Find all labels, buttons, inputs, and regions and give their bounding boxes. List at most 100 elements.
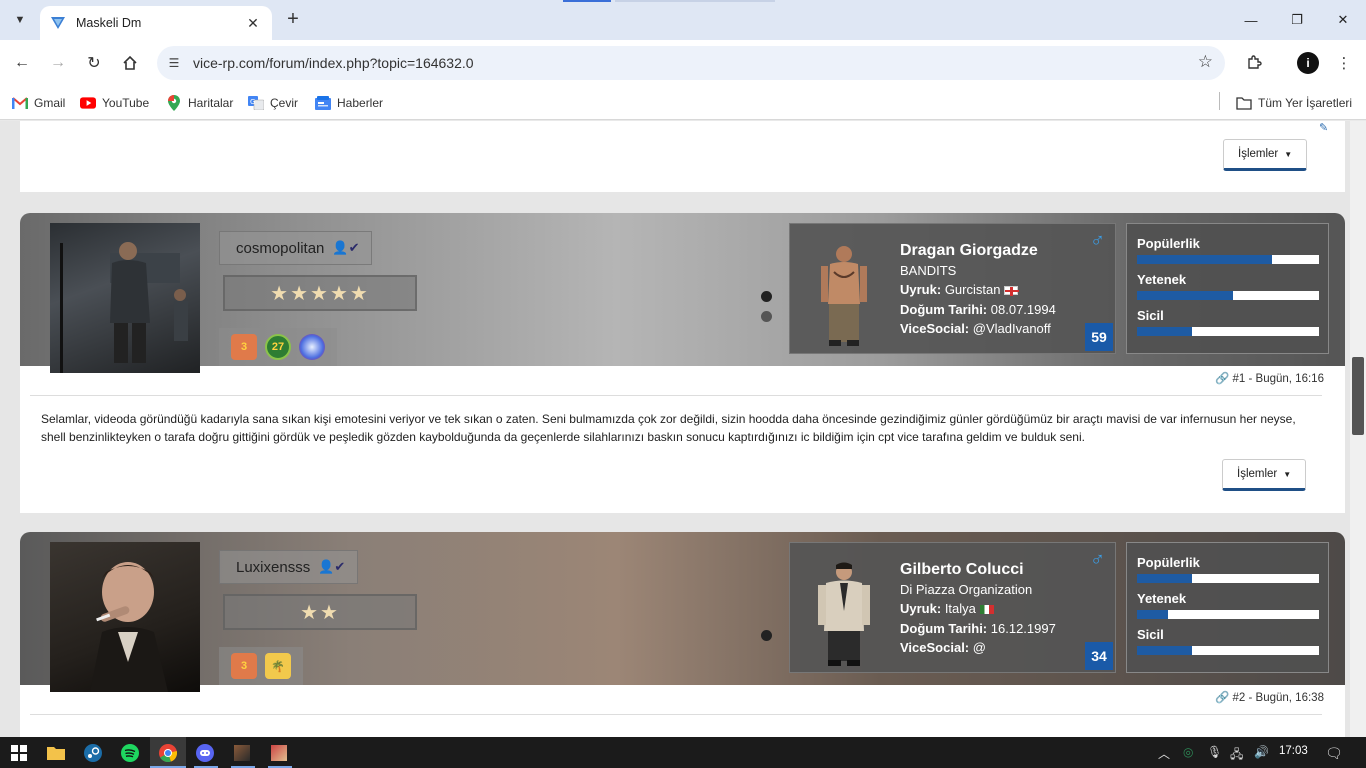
network-icon[interactable]: 🖧 <box>1230 745 1243 766</box>
beach-badge-icon[interactable]: 🌴 <box>265 653 291 679</box>
rank-badge-icon[interactable]: 3 <box>231 334 257 360</box>
link-icon: 🔗 <box>1215 692 1230 704</box>
character-stats: Popülerlik Yetenek Sicil <box>1126 223 1329 354</box>
new-tab-button[interactable]: + <box>282 8 304 30</box>
avatar[interactable] <box>50 223 200 373</box>
avatar[interactable] <box>50 542 200 692</box>
actions-dropdown-button[interactable]: İşlemler ▼ <box>1222 459 1307 491</box>
post-meta[interactable]: 🔗 #1 - Bugün, 16:16 <box>1215 371 1324 385</box>
edit-note-icon[interactable]: ✎ <box>1319 121 1335 134</box>
restore-button[interactable]: ❐ <box>1274 0 1320 40</box>
stat-popularity: Popülerlik <box>1137 236 1319 272</box>
home-button[interactable] <box>118 51 142 75</box>
all-bookmarks-folder[interactable]: Tüm Yer İşaretleri <box>1236 93 1352 113</box>
spotify-button[interactable] <box>119 742 141 764</box>
post-meta[interactable]: 🔗 #2 - Bugün, 16:38 <box>1215 690 1324 704</box>
bookmark-label: Gmail <box>34 96 66 110</box>
scrollbar-thumb[interactable] <box>1352 357 1364 435</box>
birth-value: 16.12.1997 <box>990 621 1056 636</box>
stat-bar <box>1137 255 1319 264</box>
browser-menu-button[interactable]: ⋮ <box>1332 51 1356 75</box>
male-gender-icon: ♂ <box>1090 549 1105 571</box>
actions-label: İşlemler <box>1237 468 1278 480</box>
character-level: 34 <box>1085 642 1113 670</box>
username-plate[interactable]: Luxixensss 👤✔ <box>219 550 359 584</box>
game-app-2-button[interactable] <box>268 742 290 764</box>
bookmark-maps[interactable]: Haritalar <box>166 93 233 113</box>
bookmark-news[interactable]: Haberler <box>315 93 383 113</box>
post-number-time: #1 - Bugün, 16:16 <box>1232 373 1324 385</box>
bookmark-star-icon[interactable]: ☆ <box>1198 52 1213 72</box>
character-social: ViceSocial: @ <box>900 640 986 655</box>
minimize-button[interactable]: — <box>1228 0 1274 40</box>
character-slider-dot-active[interactable] <box>761 291 772 302</box>
forum-post: cosmopolitan 👤✔ ★★★★★ 3 27 Dragan Giorga… <box>20 213 1345 513</box>
rank-badge-icon[interactable]: 3 <box>231 653 257 679</box>
chevron-down-icon: ▼ <box>14 14 26 26</box>
address-bar[interactable]: ☰ vice-rp.com/forum/index.php?topic=1646… <box>157 46 1225 80</box>
bookmark-translate[interactable]: G Çevir <box>248 93 298 113</box>
close-tab-icon[interactable]: ✕ <box>244 15 262 32</box>
character-organization: Di Piazza Organization <box>900 582 1033 597</box>
site-info-icon[interactable]: ☰ <box>165 54 183 72</box>
tab-group-indicator <box>563 0 611 2</box>
post-divider <box>30 395 1322 396</box>
character-stats: Popülerlik Yetenek Sicil <box>1126 542 1329 673</box>
steam-button[interactable] <box>82 742 104 764</box>
maps-icon <box>166 95 182 111</box>
profile-avatar[interactable]: i <box>1297 52 1319 74</box>
character-slider-dot[interactable] <box>761 311 772 322</box>
event-badge-icon[interactable] <box>299 334 325 360</box>
discord-button[interactable] <box>194 742 216 764</box>
character-level: 59 <box>1085 323 1113 351</box>
chrome-button[interactable] <box>157 742 179 764</box>
extensions-button[interactable] <box>1242 51 1266 75</box>
stat-bar <box>1137 291 1319 300</box>
file-explorer-button[interactable] <box>45 742 67 764</box>
active-tab[interactable]: Maskeli Dm ✕ <box>40 6 272 40</box>
character-card[interactable]: Dragan Giorgadze BANDITS Uyruk: Gurcista… <box>789 223 1116 354</box>
rank-badge-level: 3 <box>240 341 248 353</box>
stat-bar <box>1137 327 1319 336</box>
back-button[interactable]: ← <box>10 51 34 75</box>
anniversary-badge-icon[interactable]: 27 <box>265 334 291 360</box>
post-number-time: #2 - Bugün, 16:38 <box>1232 692 1324 704</box>
microphone-icon[interactable]: 🎙 <box>1207 745 1222 759</box>
bookmark-label: Haritalar <box>188 96 234 110</box>
forward-button[interactable]: → <box>46 51 70 75</box>
more-vert-icon: ⋮ <box>1336 55 1352 72</box>
username-plate[interactable]: cosmopolitan 👤✔ <box>219 231 373 265</box>
translate-icon: G <box>248 96 264 110</box>
nationality-label: Uyruk: <box>900 282 942 297</box>
tab-search-button[interactable]: ▼ <box>8 8 32 32</box>
character-figure <box>818 562 870 666</box>
stat-label: Sicil <box>1137 627 1164 642</box>
volume-icon[interactable]: 🔊 <box>1254 745 1269 759</box>
reload-button[interactable]: ↻ <box>82 51 106 75</box>
bookmarks-separator <box>1219 92 1220 110</box>
bookmark-youtube[interactable]: YouTube <box>80 93 149 113</box>
tray-overflow-icon[interactable]: ︿ <box>1158 745 1170 762</box>
character-birthdate: Doğum Tarihi: 16.12.1997 <box>900 621 1056 636</box>
taskbar-clock[interactable]: 17:03 <box>1279 745 1308 757</box>
bookmark-gmail[interactable]: Gmail <box>12 93 65 113</box>
character-birthdate: Doğum Tarihi: 08.07.1994 <box>900 302 1056 317</box>
character-slider-dot-active[interactable] <box>761 630 772 641</box>
stat-label: Popülerlik <box>1137 555 1200 570</box>
tray-app-icon[interactable]: ◎ <box>1183 745 1193 759</box>
character-card[interactable]: Gilberto Colucci Di Piazza Organization … <box>789 542 1116 673</box>
username: cosmopolitan <box>236 239 325 257</box>
close-window-button[interactable]: ✕ <box>1320 0 1366 40</box>
caret-down-icon: ▼ <box>1283 469 1292 479</box>
birth-label: Doğum Tarihi: <box>900 302 988 317</box>
badge-row: 3 27 <box>219 328 337 366</box>
actions-dropdown-button[interactable]: İşlemler ▼ <box>1223 139 1308 171</box>
game-app-button[interactable] <box>231 742 253 764</box>
stat-label: Sicil <box>1137 308 1164 323</box>
tab-group-indicator-secondary <box>615 0 775 2</box>
stat-label: Popülerlik <box>1137 236 1200 251</box>
notification-icon[interactable]: 🗨 <box>1325 745 1343 762</box>
game-app-icon <box>234 745 250 761</box>
username: Luxixensss <box>236 558 311 576</box>
start-button[interactable] <box>8 742 30 764</box>
